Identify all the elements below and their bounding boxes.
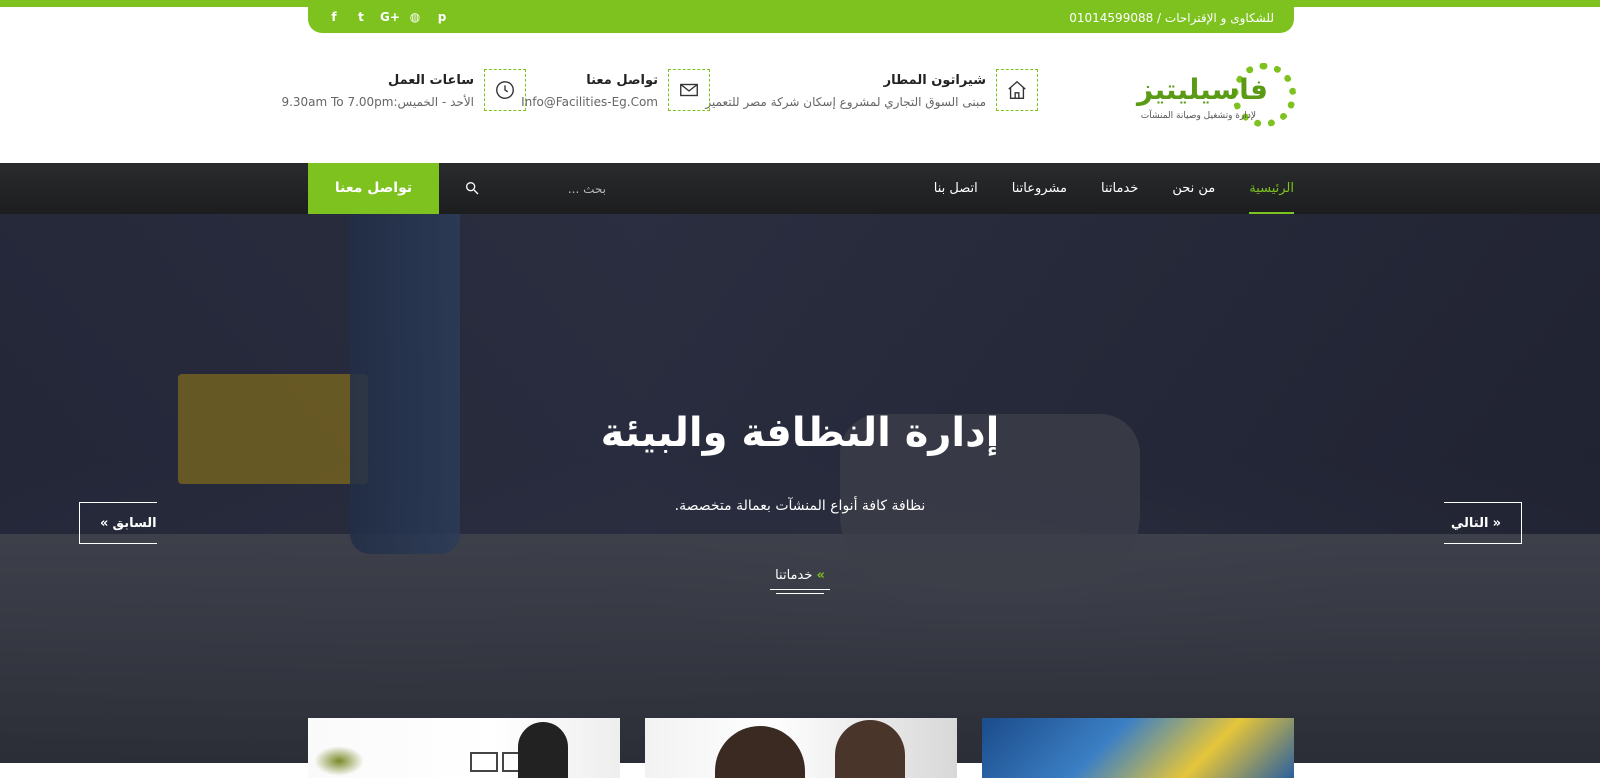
service-card-network[interactable] [982,718,1294,778]
hours-info: ساعات العمل الأحد - الخميس:9.30am To 7.0… [281,69,526,113]
next-slide-button[interactable]: « التالي [1444,502,1522,544]
hero-services-link[interactable]: » خدماتنا [770,568,830,594]
clock-icon [484,69,526,111]
hero-services-label: خدماتنا [775,568,813,583]
location-info: شيراتون المطار مبنى السوق التجاري لمشروع… [705,69,1038,113]
dribbble-icon[interactable]: ◍ [407,10,423,24]
pinterest-icon[interactable]: p [434,10,450,24]
picture-frame-image [470,752,498,772]
worker-image [518,722,568,778]
hero-slider: إدارة النظافة والبيئة نظافة كافة أنواع ا… [0,214,1600,763]
person-image [715,726,805,778]
home-icon [996,69,1038,111]
top-bar: للشكاوى و الإقتراحات / 01014599088 f t G… [308,7,1294,33]
next-slide-label: « التالي [1451,503,1501,545]
nav-item-home[interactable]: الرئيسية [1249,163,1294,214]
envelope-icon [668,69,710,111]
top-accent-line [0,0,1600,7]
hours-text: الأحد - الخميس:9.30am To 7.00pm [281,95,474,109]
nav-item-services[interactable]: خدماتنا [1101,163,1138,214]
complaints-phone: للشكاوى و الإقتراحات / 01014599088 [1069,11,1274,25]
hero-overlay [0,214,1600,763]
hero-subtitle: نظافة كافة أنواع المنشآت بعمالة متخصصة. [674,498,926,514]
location-text: مبنى السوق التجاري لمشروع إسكان شركة مصر… [705,95,986,109]
nav-item-contact[interactable]: اتصل بنا [934,163,978,214]
double-chevron-left-icon: « [1492,516,1501,531]
email-info: تواصل معنا Info@Facilities-Eg.Com [521,69,710,113]
service-card-maintenance[interactable] [308,718,620,778]
nav-menu: الرئيسية من نحن خدماتنا مشروعاتنا اتصل ب… [934,163,1294,214]
search-box [454,175,624,203]
site-logo[interactable]: فاسيليتيز لإدارة وتشغيل وصيانة المنشآت [1124,63,1296,131]
social-links: f t G+ ◍ p [326,10,450,24]
site-header: فاسيليتيز لإدارة وتشغيل وصيانة المنشآت ش… [0,33,1600,163]
email-address[interactable]: Info@Facilities-Eg.Com [521,95,658,109]
main-nav: الرئيسية من نحن خدماتنا مشروعاتنا اتصل ب… [0,163,1600,214]
service-cards [308,718,1294,778]
plant-image [314,746,364,776]
hero-title: إدارة النظافة والبيئة [600,410,1000,456]
prev-slide-label: السابق » [100,503,157,545]
email-title: تواصل معنا [586,73,658,88]
logo-tagline: لإدارة وتشغيل وصيانة المنشآت [1140,111,1256,121]
hours-title: ساعات العمل [387,73,474,88]
next-slide-text: التالي [1450,516,1489,531]
contact-us-button[interactable]: تواصل معنا [308,163,439,214]
facebook-icon[interactable]: f [326,10,342,24]
nav-item-about[interactable]: من نحن [1172,163,1215,214]
service-card-call-center[interactable] [645,718,957,778]
google-plus-icon[interactable]: G+ [380,10,400,24]
prev-slide-button[interactable]: السابق » [79,502,157,544]
double-chevron-right-icon: » [100,516,109,531]
logo-name: فاسيليتيز [1137,73,1268,106]
location-title: شيراتون المطار [883,73,986,88]
prev-slide-text: السابق [112,516,157,531]
nav-item-projects[interactable]: مشروعاتنا [1012,163,1067,214]
person-image [835,720,905,778]
double-chevron-icon: » [816,568,825,583]
twitter-icon[interactable]: t [353,10,369,24]
search-icon[interactable] [464,180,480,200]
